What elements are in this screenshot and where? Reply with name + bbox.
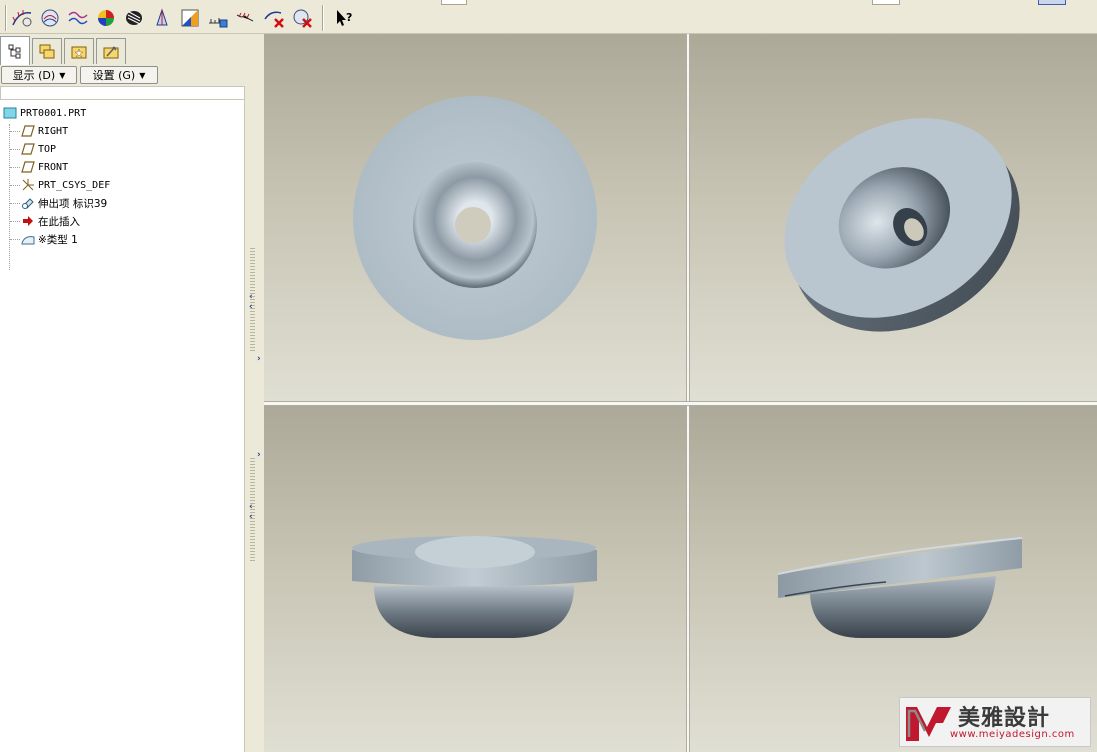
reflection-analysis-icon[interactable] [122,6,146,30]
dropdown-arrow-icon: ▼ [59,70,66,80]
collapse-left-icon[interactable]: ‹ [249,292,253,302]
tree-item-label: 伸出项 标识39 [38,197,108,210]
expand-right-icon[interactable]: › [257,450,261,460]
tree-item-right[interactable]: RIGHT [20,122,68,140]
tree-connector [10,221,20,222]
tree-connector [10,149,20,150]
tree-item-csys[interactable]: PRT_CSYS_DEF [20,176,110,194]
datum-plane-icon [20,123,36,139]
tree-item-insert-here[interactable]: 在此插入 [20,212,80,230]
panel-splitter[interactable]: ‹ ‹ › › ‹ ‹ [248,34,264,752]
model-tree-icon [8,44,21,59]
curvature-analysis-icon[interactable] [10,6,34,30]
analysis-toolbar: ? [0,0,1097,34]
meiya-design-watermark: 美雅設計 www.meiyadesign.com [899,697,1091,747]
viewport-divider-horizontal [264,401,1097,406]
whats-this-help-icon[interactable]: ? [332,6,356,30]
tree-item-label: TOP [38,143,57,155]
tree-item-label: ※类型 1 [38,233,78,246]
delete-analysis-icon[interactable] [262,6,286,30]
tree-item-type[interactable]: ※类型 1 [20,230,78,248]
tree-connector [10,185,20,186]
coordinate-system-icon [20,177,36,193]
model-tree-tab[interactable] [0,36,30,65]
viewport-divider-vertical [686,34,690,752]
tools-tab[interactable] [96,38,126,64]
part-icon [2,105,18,121]
top-view-model [353,96,597,340]
extrude-icon [20,195,36,211]
collapse-left-icon[interactable]: ‹ [249,302,253,312]
toolbar-fragment [441,0,467,5]
tree-item-extrude[interactable]: 伸出项 标识39 [20,194,107,212]
layer-tree-tab[interactable] [32,38,62,64]
curve-analysis-icon[interactable] [234,6,258,30]
toolbar-separator [322,5,324,31]
model-tree: PRT0001.PRT RIGHT TOP FRONT PRT_CSYS_DEF… [0,100,245,752]
tree-connector [10,239,20,240]
navigator-button-row: 显示 (D) ▼ 设置 (G) ▼ [0,64,248,86]
tree-item-label: PRT_CSYS_DEF [38,179,111,191]
tree-item-front[interactable]: FRONT [20,158,68,176]
front-view-model [352,536,597,638]
settings-button-label: 设置 (G) [92,69,136,82]
isometric-viewport[interactable] [690,34,1097,401]
favorites-tab[interactable] [64,38,94,64]
svg-text:?: ? [346,11,352,24]
tree-connector [9,124,10,270]
toolbar-separator [5,5,7,31]
toolbar-fragment [1038,0,1066,5]
show-button-label: 显示 (D) [12,69,56,82]
dihedral-angle-icon[interactable] [206,6,230,30]
draft-analysis-icon[interactable] [150,6,174,30]
section-analysis-icon[interactable] [38,6,62,30]
tree-item-label: RIGHT [38,125,69,137]
favorites-folder-icon [71,46,87,58]
datum-plane-icon [20,141,36,157]
watermark-brand-text: 美雅設計 [958,706,1051,731]
tree-connector [10,167,20,168]
tree-item-top[interactable]: TOP [20,140,56,158]
shaded-curvature-icon[interactable] [94,6,118,30]
dropdown-arrow-icon: ▼ [139,70,146,80]
isometric-view-model [784,118,1020,332]
delete-all-analysis-icon[interactable] [290,6,314,30]
tree-filter-bar[interactable] [0,86,245,100]
expand-right-icon[interactable]: › [257,354,261,364]
front-view-viewport[interactable] [264,406,686,752]
watermark-url-text: www.meiyadesign.com [950,729,1075,740]
settings-dropdown-button[interactable]: 设置 (G) ▼ [80,66,158,84]
meiya-logo-icon [906,707,951,741]
datum-plane-icon [20,159,36,175]
collapse-left-icon[interactable]: ‹ [249,512,253,522]
collapse-left-icon[interactable]: ‹ [249,502,253,512]
tree-connector [10,131,20,132]
toolbar-fragment [872,0,900,5]
tree-root-part[interactable]: PRT0001.PRT [2,104,86,122]
tools-folder-icon [103,45,119,58]
navigator-panel: 显示 (D) ▼ 设置 (G) ▼ PRT0001.PRT RIGHT TOP [0,34,248,752]
navigator-tabs [0,36,248,65]
show-dropdown-button[interactable]: 显示 (D) ▼ [1,66,77,84]
tree-connector [10,203,20,204]
layers-icon [39,44,55,58]
offset-analysis-icon[interactable] [66,6,90,30]
tree-item-label: 在此插入 [38,215,80,228]
top-view-viewport[interactable] [264,34,686,401]
slope-analysis-icon[interactable] [178,6,202,30]
tree-item-label: FRONT [38,161,69,173]
insert-here-arrow-icon [20,213,36,229]
surface-feature-icon [20,231,36,247]
tree-root-label: PRT0001.PRT [20,107,87,119]
